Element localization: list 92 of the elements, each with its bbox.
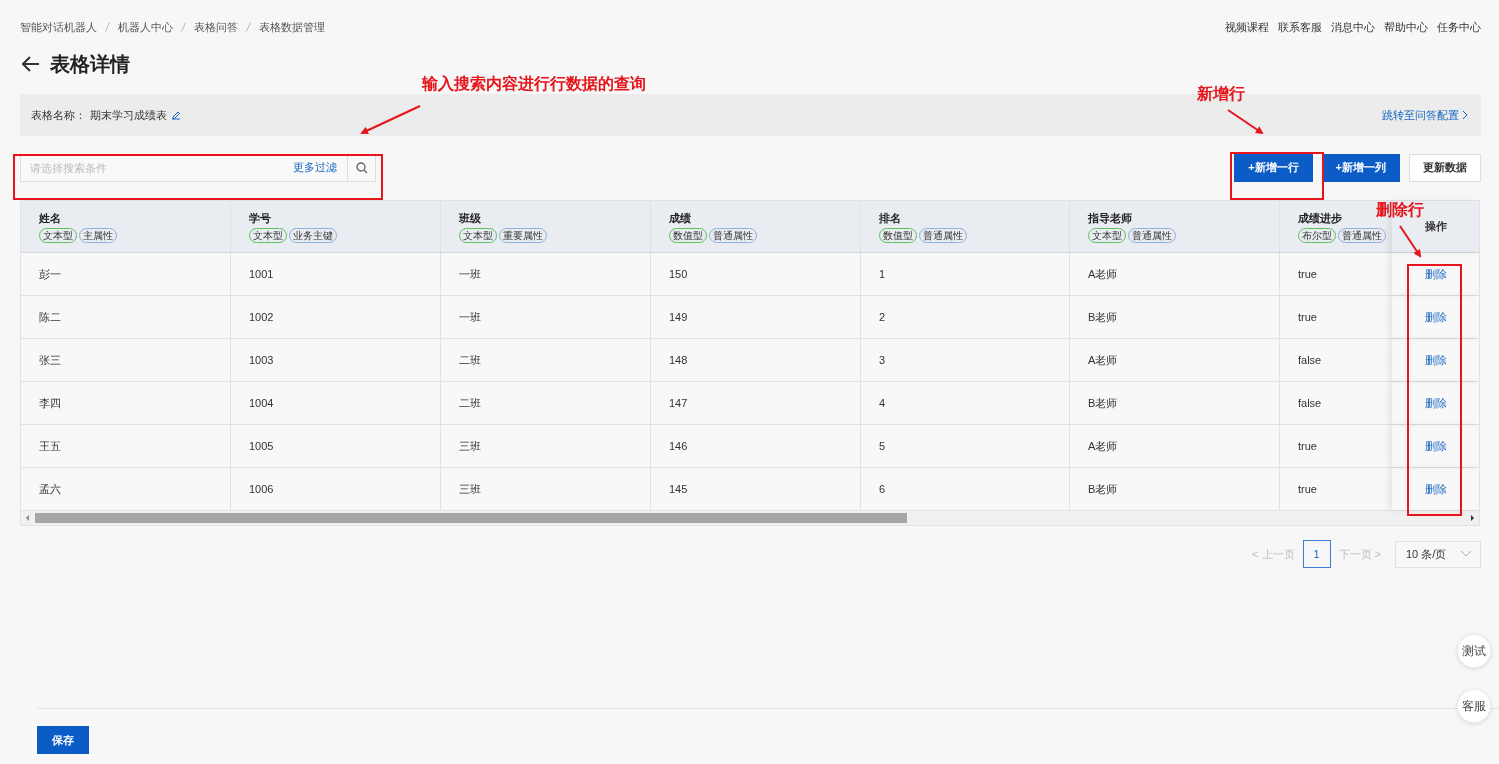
table-cell: 1003 [231, 339, 441, 381]
table-cell: 150 [651, 253, 861, 295]
annotation-label: 删除行 [1376, 200, 1424, 221]
annotation-label: 新增行 [1197, 84, 1245, 105]
column-name: 成绩 [669, 210, 692, 226]
table-name-label: 表格名称： [31, 107, 86, 123]
table-cell: A老师 [1070, 253, 1280, 295]
column-name: 学号 [249, 210, 272, 226]
column-name: 排名 [879, 210, 902, 226]
table-cell: 1 [861, 253, 1070, 295]
nav-link[interactable]: 视频课程 [1225, 19, 1269, 35]
table-cell: 1005 [231, 425, 441, 467]
jump-link[interactable]: 跳转至问答配置 [1382, 107, 1468, 123]
table-cell: 1006 [231, 468, 441, 510]
table-cell: true [1280, 253, 1393, 295]
table-cell: 145 [651, 468, 861, 510]
table-cell: A老师 [1070, 425, 1280, 467]
table-cell: 二班 [441, 339, 651, 381]
chevron-right-icon [1462, 110, 1468, 120]
table-cell: B老师 [1070, 382, 1280, 424]
page-title: 表格详情 [50, 51, 130, 77]
column-name: 指导老师 [1088, 210, 1133, 226]
floating-button[interactable]: 测试 [1457, 634, 1491, 668]
nav-link[interactable]: 帮助中心 [1384, 19, 1428, 35]
table-cell: 3 [861, 339, 1070, 381]
delete-link[interactable]: 删除 [1424, 438, 1447, 454]
page-number[interactable]: 1 [1302, 540, 1331, 568]
slash-separator-icon [246, 22, 251, 32]
table-cell: false [1280, 382, 1393, 424]
table-cell: 148 [651, 339, 861, 381]
delete-link[interactable]: 删除 [1424, 481, 1447, 497]
table-cell: B老师 [1070, 296, 1280, 338]
delete-link[interactable]: 删除 [1424, 395, 1447, 411]
breadcrumb-link[interactable]: 智能对话机器人 [20, 19, 97, 35]
save-button[interactable]: 保存 [37, 726, 89, 754]
table-cell: 147 [651, 382, 861, 424]
toolbar-button[interactable]: +新增一行 [1234, 153, 1313, 182]
table-cell: 1004 [231, 382, 441, 424]
table-cell: 一班 [441, 253, 651, 295]
table-name: 期末学习成绩表 [90, 107, 167, 123]
table-cell: 6 [861, 468, 1070, 510]
column-name: 班级 [459, 210, 482, 226]
annotation-arrow [1227, 109, 1264, 135]
delete-link[interactable]: 删除 [1424, 352, 1447, 368]
breadcrumb-link[interactable]: 机器人中心 [118, 19, 173, 35]
page-size-select[interactable]: 10 条/页 [1395, 540, 1481, 568]
table-cell: B老师 [1070, 468, 1280, 510]
delete-link[interactable]: 删除 [1424, 266, 1447, 282]
annotation-label: 输入搜索内容进行行数据的查询 [422, 74, 646, 95]
table-cell: 149 [651, 296, 861, 338]
column-name: 姓名 [39, 210, 62, 226]
table-cell: 孟六 [21, 468, 231, 510]
table-cell: 三班 [441, 468, 651, 510]
table-cell: true [1280, 296, 1393, 338]
table-cell: 二班 [441, 382, 651, 424]
toolbar-button[interactable]: 更新数据 [1409, 153, 1481, 182]
breadcrumb-link[interactable]: 表格问答 [194, 19, 238, 35]
table-cell: true [1280, 468, 1393, 510]
table-cell: 2 [861, 296, 1070, 338]
table-cell: false [1280, 339, 1393, 381]
nav-link[interactable]: 联系客服 [1278, 19, 1322, 35]
table-cell: 5 [861, 425, 1070, 467]
table-cell: 李四 [21, 382, 231, 424]
table-cell: A老师 [1070, 339, 1280, 381]
table-cell: 1002 [231, 296, 441, 338]
back-arrow-icon[interactable] [22, 56, 40, 72]
table-cell: 三班 [441, 425, 651, 467]
table-cell: 146 [651, 425, 861, 467]
annotation-arrow [360, 105, 421, 135]
column-name: 成绩进步 [1298, 210, 1343, 226]
delete-link[interactable]: 删除 [1424, 309, 1447, 325]
table-cell: 张三 [21, 339, 231, 381]
nav-link[interactable]: 消息中心 [1331, 19, 1375, 35]
table-cell: true [1280, 425, 1393, 467]
table-cell: 4 [861, 382, 1070, 424]
annotation-arrow [1399, 225, 1422, 258]
horizontal-scrollbar[interactable] [21, 511, 1479, 525]
search-icon [355, 161, 368, 174]
pencil-icon[interactable] [171, 110, 181, 120]
table-cell: 陈二 [21, 296, 231, 338]
slash-separator-icon [181, 22, 186, 32]
chevron-down-icon [1460, 550, 1472, 558]
floating-button[interactable]: 客服 [1457, 689, 1491, 723]
toolbar-button[interactable]: +新增一列 [1321, 153, 1400, 182]
table-cell: 王五 [21, 425, 231, 467]
table-cell: 一班 [441, 296, 651, 338]
table-cell: 1001 [231, 253, 441, 295]
more-filters-link[interactable]: 更多过滤 [293, 160, 337, 175]
nav-link[interactable]: 任务中心 [1437, 19, 1481, 35]
slash-separator-icon [105, 22, 110, 32]
breadcrumb-link[interactable]: 表格数据管理 [259, 19, 325, 35]
table-cell: 彭一 [21, 253, 231, 295]
